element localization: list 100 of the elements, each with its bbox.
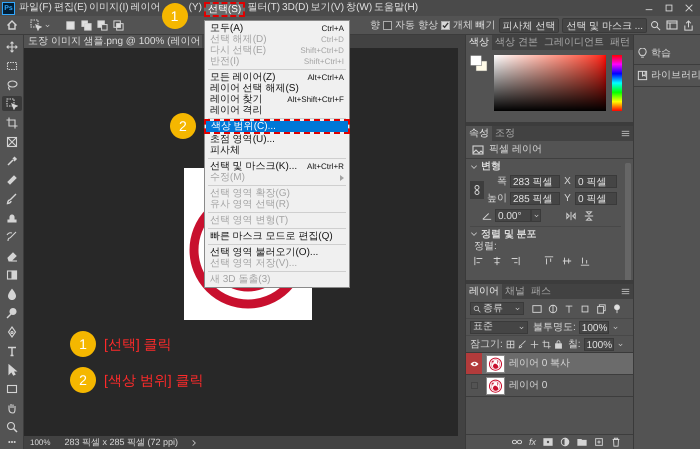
workspace-icon[interactable]	[666, 19, 678, 31]
move-icon[interactable]	[6, 40, 18, 52]
input-field[interactable]: 100%	[578, 320, 609, 334]
frame-icon[interactable]	[6, 136, 18, 148]
align-left-icon[interactable]	[474, 256, 484, 266]
effects-button[interactable]: fx	[528, 438, 536, 446]
panel-tab[interactable]: 색상	[466, 35, 492, 50]
input-field[interactable]: 0 픽셀	[575, 192, 617, 205]
flip-vertical-icon[interactable]	[584, 210, 594, 220]
type-filter-icon[interactable]	[564, 304, 574, 314]
brush-icon[interactable]	[518, 340, 527, 348]
chevron-down-icon[interactable]	[470, 162, 478, 170]
menu-item[interactable]: 레이어	[130, 2, 162, 14]
menu-item[interactable]: 초점 영역(U)...	[204, 134, 349, 145]
share-icon[interactable]	[683, 20, 694, 30]
menu-item[interactable]: 레이어 격리	[204, 105, 349, 116]
chevron-down-icon[interactable]	[470, 230, 478, 238]
stamp-icon[interactable]	[6, 212, 18, 224]
eraser-icon[interactable]	[6, 250, 18, 262]
bandage-icon[interactable]	[6, 174, 18, 186]
input-field[interactable]: 283 픽셀	[510, 175, 560, 188]
option-button[interactable]: 선택 및 마스크 ...	[562, 18, 647, 32]
lock-icon[interactable]	[554, 340, 563, 348]
color-swatches-icon[interactable]	[470, 55, 488, 72]
menu-item[interactable]: 필터(T)	[246, 2, 282, 14]
image-filter-icon[interactable]	[532, 304, 542, 314]
side-panel-button[interactable]: 라이브러리	[634, 65, 700, 87]
flip-horizontal-icon[interactable]	[566, 210, 576, 220]
new-layer-icon[interactable]	[594, 437, 604, 447]
menu-item[interactable]: 모두(A) Ctrl+A	[204, 23, 349, 34]
caret-icon[interactable]	[532, 212, 540, 219]
type-tool-icon[interactable]	[6, 344, 18, 356]
menu-item[interactable]: 파일(F)	[18, 2, 53, 14]
link-toggle[interactable]	[470, 181, 484, 199]
visibility-toggle[interactable]	[466, 353, 482, 374]
panel-tab[interactable]: 레이어	[466, 284, 502, 299]
marquee-icon[interactable]	[6, 60, 18, 72]
move-icon[interactable]	[530, 340, 539, 348]
checkbox[interactable]	[440, 20, 450, 30]
pen-icon[interactable]	[6, 326, 18, 338]
eyedropper-icon[interactable]	[6, 154, 18, 166]
dodge-icon[interactable]	[6, 306, 18, 318]
menu-item[interactable]: 보기(V)	[310, 2, 346, 14]
align-center-icon[interactable]	[492, 256, 502, 266]
filter-dropdown[interactable]: 종류	[470, 302, 524, 315]
lock-pixels-icon[interactable]	[506, 340, 515, 348]
mask-icon[interactable]	[543, 437, 553, 447]
close-icon[interactable]	[684, 3, 694, 13]
chevron-right-icon[interactable]	[190, 438, 198, 446]
section-title[interactable]: 변형	[481, 159, 501, 174]
menu-item[interactable]: 레이어 선택 해제(S)	[204, 83, 349, 94]
pointer-icon[interactable]	[6, 364, 18, 376]
folder-icon[interactable]	[577, 437, 587, 447]
menu-item[interactable]: 선택 및 마스크(K)... Alt+Ctrl+R	[204, 161, 349, 172]
gradient-icon[interactable]	[6, 268, 18, 280]
panel-tab[interactable]: 그레이디언트	[540, 35, 607, 50]
toggle-dot-icon[interactable]	[612, 304, 622, 314]
more-icon[interactable]	[6, 438, 18, 446]
smart-object-filter-icon[interactable]	[596, 304, 606, 314]
section-title[interactable]: 정렬 및 분포	[481, 226, 537, 242]
color-field[interactable]	[494, 55, 606, 111]
panel-menu-icon[interactable]	[621, 287, 630, 296]
new-selection-icon[interactable]	[65, 20, 76, 30]
panel-tab[interactable]: 속성	[466, 126, 492, 141]
menu-item[interactable]: 선택(S)	[204, 2, 246, 17]
menu-item[interactable]: 도움말(H)	[373, 2, 420, 14]
hand-icon[interactable]	[6, 402, 18, 414]
side-panel-button[interactable]: 학습	[634, 43, 700, 65]
subtract-selection-icon[interactable]	[97, 20, 108, 30]
panel-tab[interactable]: 색상 견본	[492, 35, 541, 50]
menu-item[interactable]: 모든 레이어(Z) Alt+Ctrl+A	[204, 72, 349, 83]
home-icon[interactable]	[6, 19, 18, 31]
adjustment-filter-icon[interactable]	[548, 304, 558, 314]
trash-icon[interactable]	[611, 437, 621, 447]
menu-item[interactable]: 이미지(I)	[88, 2, 130, 14]
panel-tab[interactable]: 조정	[492, 126, 518, 141]
menu-item[interactable]: 레이어 찾기 Alt+Shift+Ctrl+F	[204, 94, 349, 105]
document-tab[interactable]: 도장 이미지 샘플.png @ 100% (레이어	[24, 35, 202, 48]
add-selection-icon[interactable]	[81, 20, 92, 30]
panel-tab[interactable]: 패스	[528, 284, 554, 299]
search-icon[interactable]	[650, 20, 661, 30]
checkbox[interactable]	[382, 20, 392, 30]
intersect-selection-icon[interactable]	[113, 20, 124, 30]
lasso-icon[interactable]	[6, 78, 18, 90]
crop-icon[interactable]	[542, 340, 551, 348]
menu-item[interactable]: 창(W)	[345, 2, 374, 14]
menu-item[interactable]: 편집(E)	[52, 2, 88, 14]
menu-item[interactable]: 빠른 마스크 모드로 편집(Q)	[204, 231, 349, 242]
rectangle-icon[interactable]	[6, 382, 18, 394]
align-middle-icon[interactable]	[562, 256, 572, 266]
shape-filter-icon[interactable]	[580, 304, 590, 314]
menu-item[interactable]: 피사체	[204, 145, 349, 156]
blend-mode-dropdown[interactable]: 표준	[470, 320, 528, 334]
brush-icon[interactable]	[6, 192, 18, 204]
align-right-icon[interactable]	[510, 256, 520, 266]
panel-tab[interactable]: 패턴	[606, 35, 633, 50]
align-top-icon[interactable]	[544, 256, 554, 266]
layer-row[interactable]: 레이어 0	[466, 375, 633, 397]
input-field[interactable]: 0.00°	[495, 209, 531, 222]
drop-icon[interactable]	[6, 288, 18, 300]
